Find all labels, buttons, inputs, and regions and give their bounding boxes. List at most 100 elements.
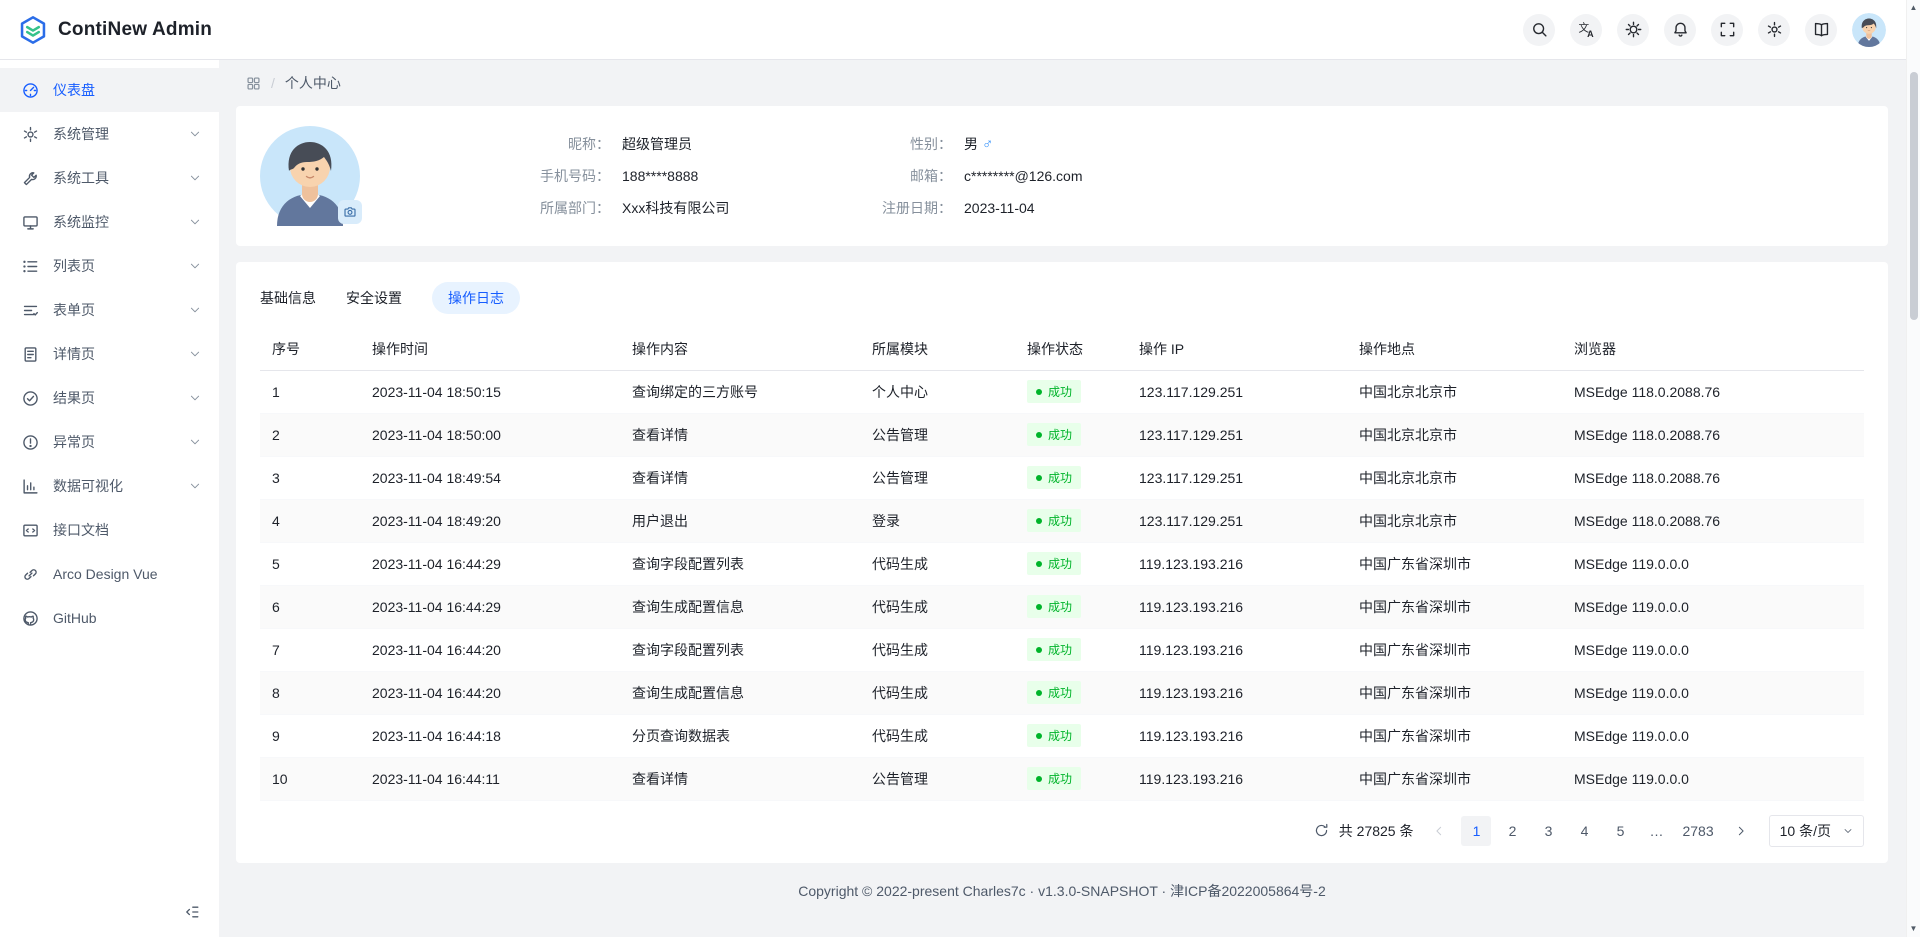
prev-page-button[interactable]	[1425, 817, 1453, 845]
sidebar-item[interactable]: 结果页	[0, 376, 219, 420]
table-cell: 3	[260, 456, 360, 499]
profile-avatar[interactable]	[260, 126, 360, 226]
table-cell: 2023-11-04 16:44:29	[360, 585, 620, 628]
page-number[interactable]: 3	[1533, 816, 1563, 846]
status-dot-icon	[1036, 518, 1042, 524]
page-number[interactable]: 5	[1605, 816, 1635, 846]
sidebar-item[interactable]: GitHub	[0, 596, 219, 640]
status-text: 成功	[1048, 469, 1072, 486]
table-cell: MSEdge 118.0.2088.76	[1562, 413, 1864, 456]
sidebar-item[interactable]: Arco Design Vue	[0, 552, 219, 596]
sidebar-item-label: 详情页	[53, 344, 175, 364]
status-cell: 成功	[1015, 542, 1127, 585]
monitor-icon	[22, 214, 39, 231]
field-value: Xxx科技有限公司	[622, 198, 729, 218]
scroll-down-arrow-icon[interactable]: ▼	[1907, 925, 1920, 933]
sidebar-item[interactable]: 详情页	[0, 332, 219, 376]
table-row: 22023-11-04 18:50:00查看详情公告管理成功123.117.12…	[260, 413, 1864, 456]
field-label: 手机号码：	[360, 166, 610, 186]
refresh-icon[interactable]	[1314, 823, 1329, 838]
page-number[interactable]: 4	[1569, 816, 1599, 846]
scroll-up-arrow-icon[interactable]: ▲	[1907, 4, 1920, 12]
status-cell: 成功	[1015, 585, 1127, 628]
sidebar-item[interactable]: 仪表盘	[0, 68, 219, 112]
sidebar-item[interactable]: 系统监控	[0, 200, 219, 244]
sidebar-item[interactable]: 表单页	[0, 288, 219, 332]
github-icon	[22, 610, 39, 627]
sidebar-item-label: 表单页	[53, 300, 175, 320]
page-size-select[interactable]: 10 条/页	[1769, 815, 1864, 847]
sidebar-collapse-button[interactable]	[179, 899, 205, 925]
scrollbar[interactable]: ▲ ▼	[1906, 0, 1920, 937]
page-number[interactable]: 2	[1497, 816, 1527, 846]
profile-field: 所属部门：Xxx科技有限公司	[360, 198, 742, 219]
status-text: 成功	[1048, 555, 1072, 572]
table-cell: 2	[260, 413, 360, 456]
status-badge: 成功	[1027, 767, 1081, 790]
table-cell: 2023-11-04 16:44:29	[360, 542, 620, 585]
table-cell: 2023-11-04 16:44:11	[360, 757, 620, 800]
table-cell: 8	[260, 671, 360, 714]
page-size-value: 10 条/页	[1780, 821, 1831, 841]
brand[interactable]: ContiNew Admin	[18, 15, 212, 45]
fullscreen-icon[interactable]	[1711, 14, 1743, 46]
change-avatar-camera-icon[interactable]	[338, 200, 362, 224]
app-root: ContiNew Admin 文A 仪表盘系统管理系统工具系统监控列表页表单页详…	[0, 0, 1920, 937]
chevron-down-icon	[189, 480, 201, 492]
tab-active[interactable]: 操作日志	[432, 282, 520, 314]
table-row: 82023-11-04 16:44:20查询生成配置信息代码生成成功119.12…	[260, 671, 1864, 714]
table-cell: 6	[260, 585, 360, 628]
status-cell: 成功	[1015, 714, 1127, 757]
table-cell: 中国北京北京市	[1347, 499, 1562, 542]
user-avatar[interactable]	[1852, 13, 1886, 47]
table-cell: MSEdge 119.0.0.0	[1562, 671, 1864, 714]
profile-fields-left: 昵称：超级管理员手机号码：188****8888所属部门：Xxx科技有限公司	[360, 134, 742, 219]
page-number[interactable]: 2783	[1677, 816, 1718, 846]
table-cell: 2023-11-04 18:49:20	[360, 499, 620, 542]
status-text: 成功	[1048, 770, 1072, 787]
docs-book-icon[interactable]	[1805, 14, 1837, 46]
apps-grid-icon[interactable]	[246, 76, 261, 91]
field-label: 昵称：	[360, 134, 610, 154]
sidebar-item[interactable]: 数据可视化	[0, 464, 219, 508]
operation-log-table: 序号操作时间操作内容所属模块操作状态操作 IP操作地点浏览器 12023-11-…	[260, 328, 1864, 801]
api-doc-icon	[22, 522, 39, 539]
tab-item[interactable]: 安全设置	[346, 282, 402, 314]
theme-light-icon[interactable]	[1617, 14, 1649, 46]
sidebar-item[interactable]: 异常页	[0, 420, 219, 464]
translate-icon[interactable]: 文A	[1570, 14, 1602, 46]
log-card: 基础信息安全设置操作日志 序号操作时间操作内容所属模块操作状态操作 IP操作地点…	[236, 262, 1888, 863]
next-page-button[interactable]	[1727, 817, 1755, 845]
table-cell: 10	[260, 757, 360, 800]
status-badge: 成功	[1027, 724, 1081, 747]
sidebar-item[interactable]: 系统管理	[0, 112, 219, 156]
table-cell: 119.123.193.216	[1127, 585, 1347, 628]
result-check-icon	[22, 390, 39, 407]
status-text: 成功	[1048, 598, 1072, 615]
page-number[interactable]: 1	[1461, 816, 1491, 846]
sidebar-item[interactable]: 接口文档	[0, 508, 219, 552]
table-cell: 中国广东省深圳市	[1347, 671, 1562, 714]
status-text: 成功	[1048, 426, 1072, 443]
table-cell: MSEdge 119.0.0.0	[1562, 628, 1864, 671]
table-cell: 中国北京北京市	[1347, 370, 1562, 413]
sidebar-item[interactable]: 列表页	[0, 244, 219, 288]
table-cell: 代码生成	[860, 542, 1015, 585]
breadcrumb-separator: /	[271, 75, 275, 91]
tab-item[interactable]: 基础信息	[260, 282, 316, 314]
chevron-down-icon	[189, 348, 201, 360]
table-cell: 公告管理	[860, 757, 1015, 800]
table-cell: 公告管理	[860, 456, 1015, 499]
table-cell: 中国广东省深圳市	[1347, 757, 1562, 800]
settings-gear-icon[interactable]	[1758, 14, 1790, 46]
sidebar-item[interactable]: 系统工具	[0, 156, 219, 200]
field-value: c********@126.com	[964, 168, 1083, 184]
search-icon[interactable]	[1523, 14, 1555, 46]
notification-bell-icon[interactable]	[1664, 14, 1696, 46]
footer-copyright: Copyright © 2022-present Charles7c · v1.…	[236, 881, 1888, 901]
scrollbar-thumb[interactable]	[1910, 72, 1918, 320]
table-cell: 中国广东省深圳市	[1347, 628, 1562, 671]
status-dot-icon	[1036, 733, 1042, 739]
chevron-down-icon	[189, 172, 201, 184]
table-cell: 119.123.193.216	[1127, 757, 1347, 800]
